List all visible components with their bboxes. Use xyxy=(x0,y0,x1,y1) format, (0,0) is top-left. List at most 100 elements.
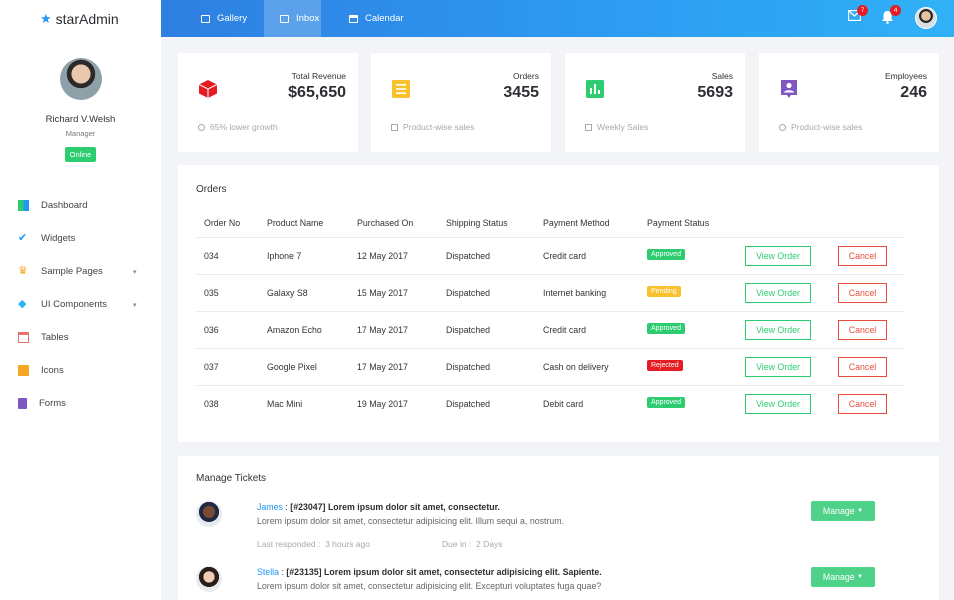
sidebar-item-label: Sample Pages xyxy=(41,266,103,277)
order-no: 034 xyxy=(204,251,219,261)
product-name: Mac Mini xyxy=(267,399,303,409)
stat-value: $65,650 xyxy=(288,84,346,101)
profile-block: Richard V.Welsh Manager Online xyxy=(0,37,161,162)
column-header: Payment Status xyxy=(647,218,710,228)
stat-employees-texts: Employees 246 Product-wise sales xyxy=(759,0,939,160)
online-status-badge: Online xyxy=(64,147,97,162)
ticket-body: Lorem ipsum dolor sit amet, consectetur … xyxy=(257,581,602,591)
alert-circle-icon xyxy=(198,123,205,131)
row-divider xyxy=(196,348,904,349)
manage-label: Manage xyxy=(822,506,855,516)
purchased-on: 19 May 2017 xyxy=(357,399,408,409)
product-name: Galaxy S8 xyxy=(267,288,308,298)
cancel-order-button[interactable]: Cancel xyxy=(838,320,887,340)
profile-avatar[interactable] xyxy=(59,58,102,100)
stat-value: 246 xyxy=(900,84,927,101)
diamond-icon: ◆ xyxy=(18,298,27,310)
dashboard-icon xyxy=(18,200,29,211)
cancel-order-button[interactable]: Cancel xyxy=(838,283,887,303)
stat-footer-text: Product-wise sales xyxy=(791,122,863,132)
order-no: 038 xyxy=(204,399,219,409)
view-order-button[interactable]: View Order xyxy=(745,357,811,377)
ticket-last-responded: Last responded : 3 hours ago xyxy=(257,539,370,549)
stat-value: 3455 xyxy=(503,84,539,101)
sidebar-nav: Dashboard ✔ Widgets ♛ Sample Pages ▾ ◆ U… xyxy=(0,189,161,420)
stat-orders-texts: Orders 3455 Product-wise sales xyxy=(371,0,551,160)
sidebar-item-label: Tables xyxy=(41,332,69,343)
stat-footer-text: Weekly Sales xyxy=(597,122,649,132)
payment-status-badge: Pending xyxy=(647,286,681,297)
stat-value: 5693 xyxy=(697,84,733,101)
ticket-heading: James : [#23047] Lorem ipsum dolor sit a… xyxy=(257,502,500,512)
payment-status-badge: Approved xyxy=(647,323,685,334)
view-order-button[interactable]: View Order xyxy=(745,320,811,340)
product-name: Amazon Echo xyxy=(267,325,322,335)
stat-sales-texts: Sales 5693 Weekly Sales xyxy=(565,0,745,160)
ticket-subject: Lorem ipsum dolor sit amet, consectetur. xyxy=(327,502,501,512)
meta-label: Due in : xyxy=(442,539,472,549)
sidebar-item-icons[interactable]: Icons xyxy=(0,354,161,387)
calendar-icon xyxy=(18,332,29,343)
product-name: Google Pixel xyxy=(267,362,317,372)
brand-logo[interactable]: ★ starAdmin xyxy=(0,0,161,37)
row-divider xyxy=(196,385,904,386)
payment-status-badge: Rejected xyxy=(647,360,683,371)
ticket-user[interactable]: James xyxy=(257,502,283,512)
manage-ticket-button[interactable]: Manage ▼ xyxy=(811,567,875,587)
ticket-subject: Lorem ipsum dolor sit amet, consectetur … xyxy=(324,567,602,577)
orders-title: Orders xyxy=(196,184,227,195)
order-no: 036 xyxy=(204,325,219,335)
stat-footer: Product-wise sales xyxy=(779,122,862,132)
ticket-user[interactable]: Stella xyxy=(257,567,279,577)
sidebar-item-sample-pages[interactable]: ♛ Sample Pages ▾ xyxy=(0,255,161,288)
caret-down-icon: ▼ xyxy=(857,574,864,580)
purchased-on: 15 May 2017 xyxy=(357,288,408,298)
sidebar-item-dashboard[interactable]: Dashboard xyxy=(0,189,161,222)
payment-method: Cash on delivery xyxy=(543,362,609,372)
view-order-button[interactable]: View Order xyxy=(745,283,811,303)
profile-role: Manager xyxy=(65,129,96,138)
sidebar-item-tables[interactable]: Tables xyxy=(0,321,161,354)
ticket-avatar xyxy=(196,501,222,527)
column-header: Shipping Status xyxy=(446,218,508,228)
star-icon: ★ xyxy=(40,10,52,26)
payment-method: Debit card xyxy=(543,399,584,409)
order-no: 037 xyxy=(204,362,219,372)
view-order-button[interactable]: View Order xyxy=(745,246,811,266)
cancel-order-button[interactable]: Cancel xyxy=(838,357,887,377)
stat-label: Total Revenue xyxy=(291,71,346,81)
sidebar-item-ui-components[interactable]: ◆ UI Components ▾ xyxy=(0,288,161,321)
cancel-order-button[interactable]: Cancel xyxy=(838,394,887,414)
widgets-icon: ✔ xyxy=(18,232,28,244)
reload-icon xyxy=(779,123,786,131)
stat-footer: Weekly Sales xyxy=(585,122,648,132)
chevron-down-icon[interactable]: ▾ xyxy=(133,301,137,309)
view-order-button[interactable]: View Order xyxy=(745,394,811,414)
sidebar: ★ starAdmin Richard V.Welsh Manager Onli… xyxy=(0,0,161,600)
brand-name: starAdmin xyxy=(55,10,119,27)
manage-ticket-button[interactable]: Manage ▼ xyxy=(811,501,875,521)
payment-method: Credit card xyxy=(543,325,587,335)
crown-icon: ♛ xyxy=(18,265,28,277)
column-header: Payment Method xyxy=(543,218,610,228)
sidebar-item-forms[interactable]: Forms xyxy=(0,387,161,420)
stat-revenue-texts: Total Revenue $65,650 65% lower growth xyxy=(178,0,358,160)
bookmark-icon xyxy=(391,123,398,131)
cancel-order-button[interactable]: Cancel xyxy=(838,246,887,266)
sidebar-item-label: Forms xyxy=(39,398,66,409)
purchased-on: 17 May 2017 xyxy=(357,325,408,335)
purchased-on: 17 May 2017 xyxy=(357,362,408,372)
ticket-avatar xyxy=(196,566,222,592)
column-header: Purchased On xyxy=(357,218,414,228)
row-divider xyxy=(196,274,904,275)
stat-label: Sales xyxy=(711,71,733,81)
sidebar-item-label: UI Components xyxy=(41,299,108,310)
sidebar-item-widgets[interactable]: ✔ Widgets xyxy=(0,222,161,255)
chevron-down-icon[interactable]: ▾ xyxy=(133,268,137,276)
sidebar-item-label: Icons xyxy=(41,365,64,376)
gift-icon xyxy=(18,365,29,376)
shipping-status: Dispatched xyxy=(446,399,491,409)
tickets-title: Manage Tickets xyxy=(196,473,267,484)
stat-footer: 65% lower growth xyxy=(198,122,278,132)
caret-down-icon: ▼ xyxy=(857,508,864,514)
